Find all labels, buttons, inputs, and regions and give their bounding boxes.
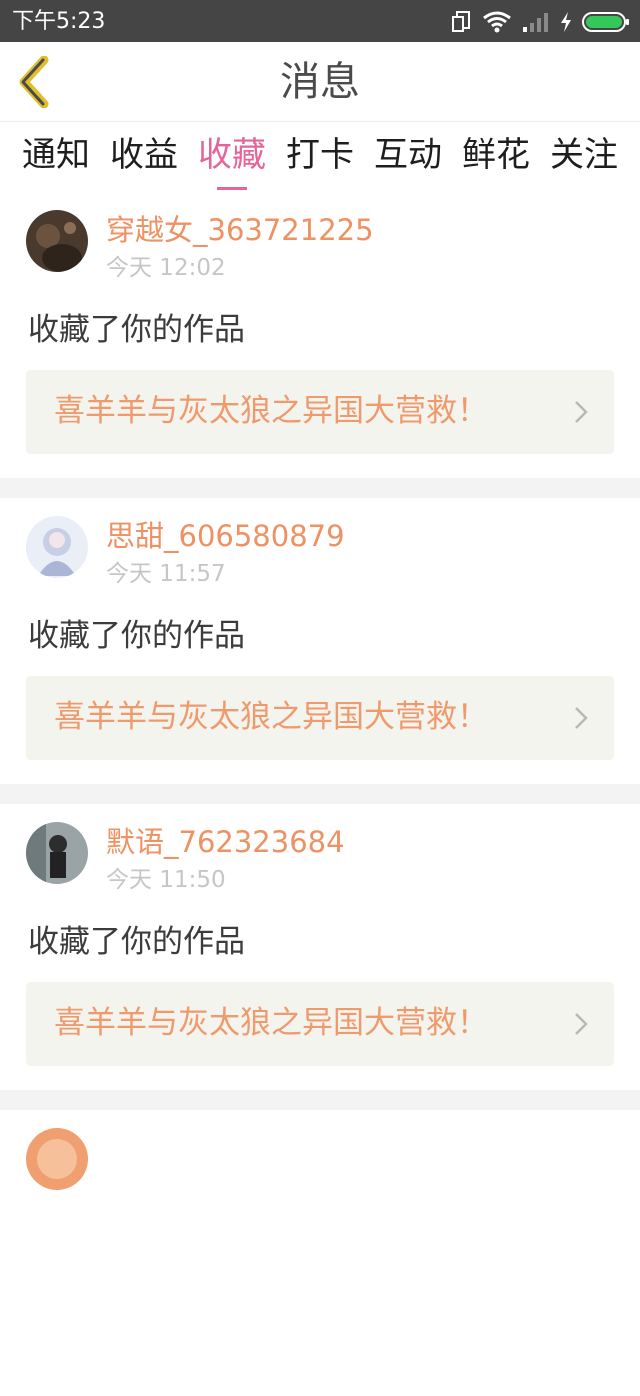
notification-message: 收藏了你的作品 (28, 312, 245, 348)
username-link[interactable]: 思甜_606580879 (106, 518, 345, 554)
status-time: 下午5:23 (12, 9, 106, 34)
tab-earnings[interactable]: 收益 (110, 124, 178, 190)
notification-card: 默语_762323684 今天 11:50 收藏了你的作品 喜羊羊与灰太狼之异国… (0, 804, 640, 1090)
timestamp: 今天 12:02 (106, 255, 226, 281)
timestamp: 今天 11:50 (106, 867, 226, 893)
work-link[interactable]: 喜羊羊与灰太狼之异国大营救！ (26, 982, 614, 1066)
avatar[interactable] (26, 822, 88, 884)
chevron-right-icon (575, 401, 588, 423)
username-link[interactable]: 穿越女_363721225 (106, 212, 374, 248)
signal-icon (523, 13, 548, 32)
card-divider (0, 784, 640, 804)
card-divider (0, 478, 640, 498)
screen-rotate-icon (452, 11, 470, 32)
tab-underline (217, 187, 247, 190)
tab-flowers[interactable]: 鲜花 (462, 124, 530, 190)
app-header: 消息 (0, 42, 640, 122)
tab-label: 通知 (22, 135, 90, 175)
tab-label: 鲜花 (462, 135, 530, 175)
timestamp: 今天 11:57 (106, 561, 226, 587)
tab-checkin[interactable]: 打卡 (286, 124, 354, 190)
tab-label: 打卡 (286, 135, 354, 175)
work-title: 喜羊羊与灰太狼之异国大营救！ (54, 699, 488, 735)
tab-label: 收益 (110, 135, 178, 175)
avatar[interactable] (26, 210, 88, 272)
chevron-right-icon (575, 707, 588, 729)
notification-message: 收藏了你的作品 (28, 924, 245, 960)
tab-label: 收藏 (198, 135, 266, 175)
tab-following[interactable]: 关注 (550, 124, 618, 190)
notification-message: 收藏了你的作品 (28, 618, 245, 654)
tab-label: 关注 (550, 135, 618, 175)
charging-icon (561, 12, 571, 32)
category-tabs: 通知 收益 收藏 打卡 互动 鲜花 关注 (0, 124, 640, 190)
work-title: 喜羊羊与灰太狼之异国大营救！ (54, 393, 488, 429)
status-icons (452, 8, 630, 36)
username-link[interactable]: 默语_762323684 (106, 824, 345, 860)
notification-card: 穿越女_363721225 今天 12:02 收藏了你的作品 喜羊羊与灰太狼之异… (0, 192, 640, 478)
wifi-icon (483, 11, 511, 33)
status-bar: 下午5:23 (0, 0, 640, 42)
tab-interactions[interactable]: 互动 (374, 124, 442, 190)
card-divider (0, 1090, 640, 1110)
chevron-right-icon (575, 1013, 588, 1035)
notification-card-partial (0, 1110, 640, 1396)
avatar[interactable] (26, 516, 88, 578)
work-link[interactable]: 喜羊羊与灰太狼之异国大营救！ (26, 370, 614, 454)
page-title: 消息 (280, 59, 360, 105)
work-link[interactable]: 喜羊羊与灰太狼之异国大营救！ (26, 676, 614, 760)
notification-feed: 穿越女_363721225 今天 12:02 收藏了你的作品 喜羊羊与灰太狼之异… (0, 192, 640, 1396)
avatar[interactable] (26, 1128, 88, 1190)
tab-notifications[interactable]: 通知 (22, 124, 90, 190)
tab-label: 互动 (374, 135, 442, 175)
work-title: 喜羊羊与灰太狼之异国大营救！ (54, 1005, 488, 1041)
tab-favorites[interactable]: 收藏 (198, 124, 266, 190)
battery-icon (582, 12, 629, 32)
notification-card: 思甜_606580879 今天 11:57 收藏了你的作品 喜羊羊与灰太狼之异国… (0, 498, 640, 784)
